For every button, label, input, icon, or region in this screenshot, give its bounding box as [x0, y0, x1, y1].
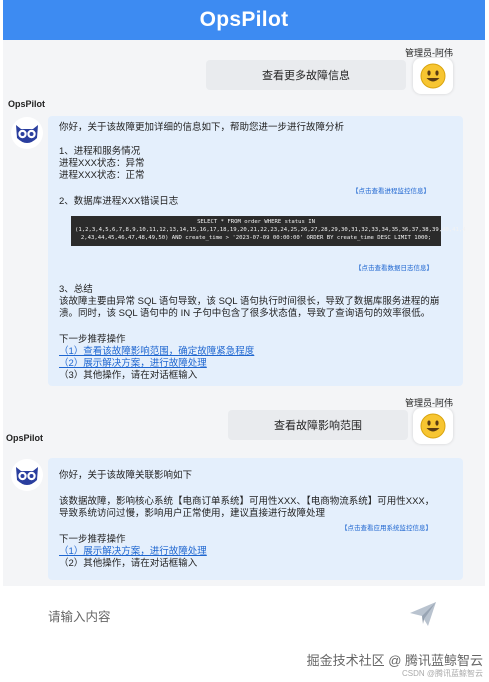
user-avatar: [413, 58, 453, 94]
smiley-face-icon: [420, 63, 446, 89]
user-avatar: [413, 408, 453, 444]
sql-code-block: SELECT * FROM order WHERE status IN (1,2…: [71, 216, 466, 246]
user-message-bubble: 查看故障影响范围: [228, 410, 408, 440]
footer: 掘金技术社区 @ 腾讯蓝鲸智云 CSDN @腾讯蓝鲸智云: [0, 646, 489, 682]
process-status-line: 进程XXX状态：异常: [59, 158, 145, 169]
message-input[interactable]: 请输入内容: [48, 606, 111, 625]
app-header: OpsPilot: [3, 0, 485, 40]
user-message-text: 查看故障影响范围: [274, 420, 362, 432]
summary-line: 该故障主要由异常 SQL 语句导致，该 SQL 语句执行时间很长，导致了数据库服…: [59, 296, 440, 307]
bot-name: OpsPilot: [8, 99, 46, 109]
user-message-text: 查看更多故障信息: [262, 70, 350, 82]
option-show-solution[interactable]: （2）展示解决方案，进行故障处理: [59, 358, 207, 370]
next-steps-title: 下一步推荐操作: [59, 534, 126, 545]
option-other: （2）其他操作，请在对话框输入: [59, 558, 198, 569]
impact-line: 该数据故障，影响核心系统【电商订单系统】可用性XXX、【电商物流系统】可用性XX…: [59, 496, 435, 507]
watermark-sub-text: CSDN @腾讯蓝鲸智云: [401, 669, 483, 678]
app-title: OpsPilot: [199, 8, 289, 31]
chat-area[interactable]: 管理员-阿伟 查看更多故障信息 OpsPilot 你好，关于该故障更加详细的信息…: [3, 40, 485, 586]
owl-icon: [11, 117, 43, 149]
section-title: 3、总结: [59, 284, 93, 295]
next-steps-title: 下一步推荐操作: [59, 334, 126, 345]
db-log-link[interactable]: 【点击查看数据日志信息】: [355, 262, 433, 272]
owl-icon: [11, 459, 43, 491]
process-monitor-link[interactable]: 【点击查看进程监控信息】: [352, 185, 430, 195]
section-title: 2、数据库进程XXX错误日志: [59, 196, 179, 207]
paper-plane-icon[interactable]: [408, 600, 438, 628]
summary-line: 溃。同时，该 SQL 语句中的 IN 子句中包含了很多状态值，导致了查询语句的效…: [59, 308, 431, 319]
bot-intro-text: 你好，关于该故障关联影响如下: [59, 470, 193, 481]
option-show-solution[interactable]: （1）展示解决方案，进行故障处理: [59, 546, 207, 558]
user-message-bubble: 查看更多故障信息: [206, 60, 406, 90]
option-view-impact[interactable]: （1）查看该故障影响范围，确定故障紧急程度: [59, 346, 254, 358]
app-monitor-link[interactable]: 【点击查看应用系统监控信息】: [341, 522, 432, 532]
bot-intro-text: 你好，关于该故障更加详细的信息如下，帮助您进一步进行故障分析: [59, 122, 345, 133]
bot-name: OpsPilot: [6, 433, 44, 443]
process-status-line: 进程XXX状态：正常: [59, 170, 145, 181]
message-input-area[interactable]: 请输入内容: [3, 586, 485, 646]
smiley-face-icon: [420, 413, 446, 439]
option-other: （3）其他操作，请在对话框输入: [59, 370, 198, 381]
impact-line: 导致系统访问过慢，影响用户正常使用，建议直接进行故障处理: [59, 508, 326, 519]
section-title: 1、进程和服务情况: [59, 146, 141, 157]
watermark-text: 掘金技术社区 @ 腾讯蓝鲸智云: [306, 653, 483, 668]
